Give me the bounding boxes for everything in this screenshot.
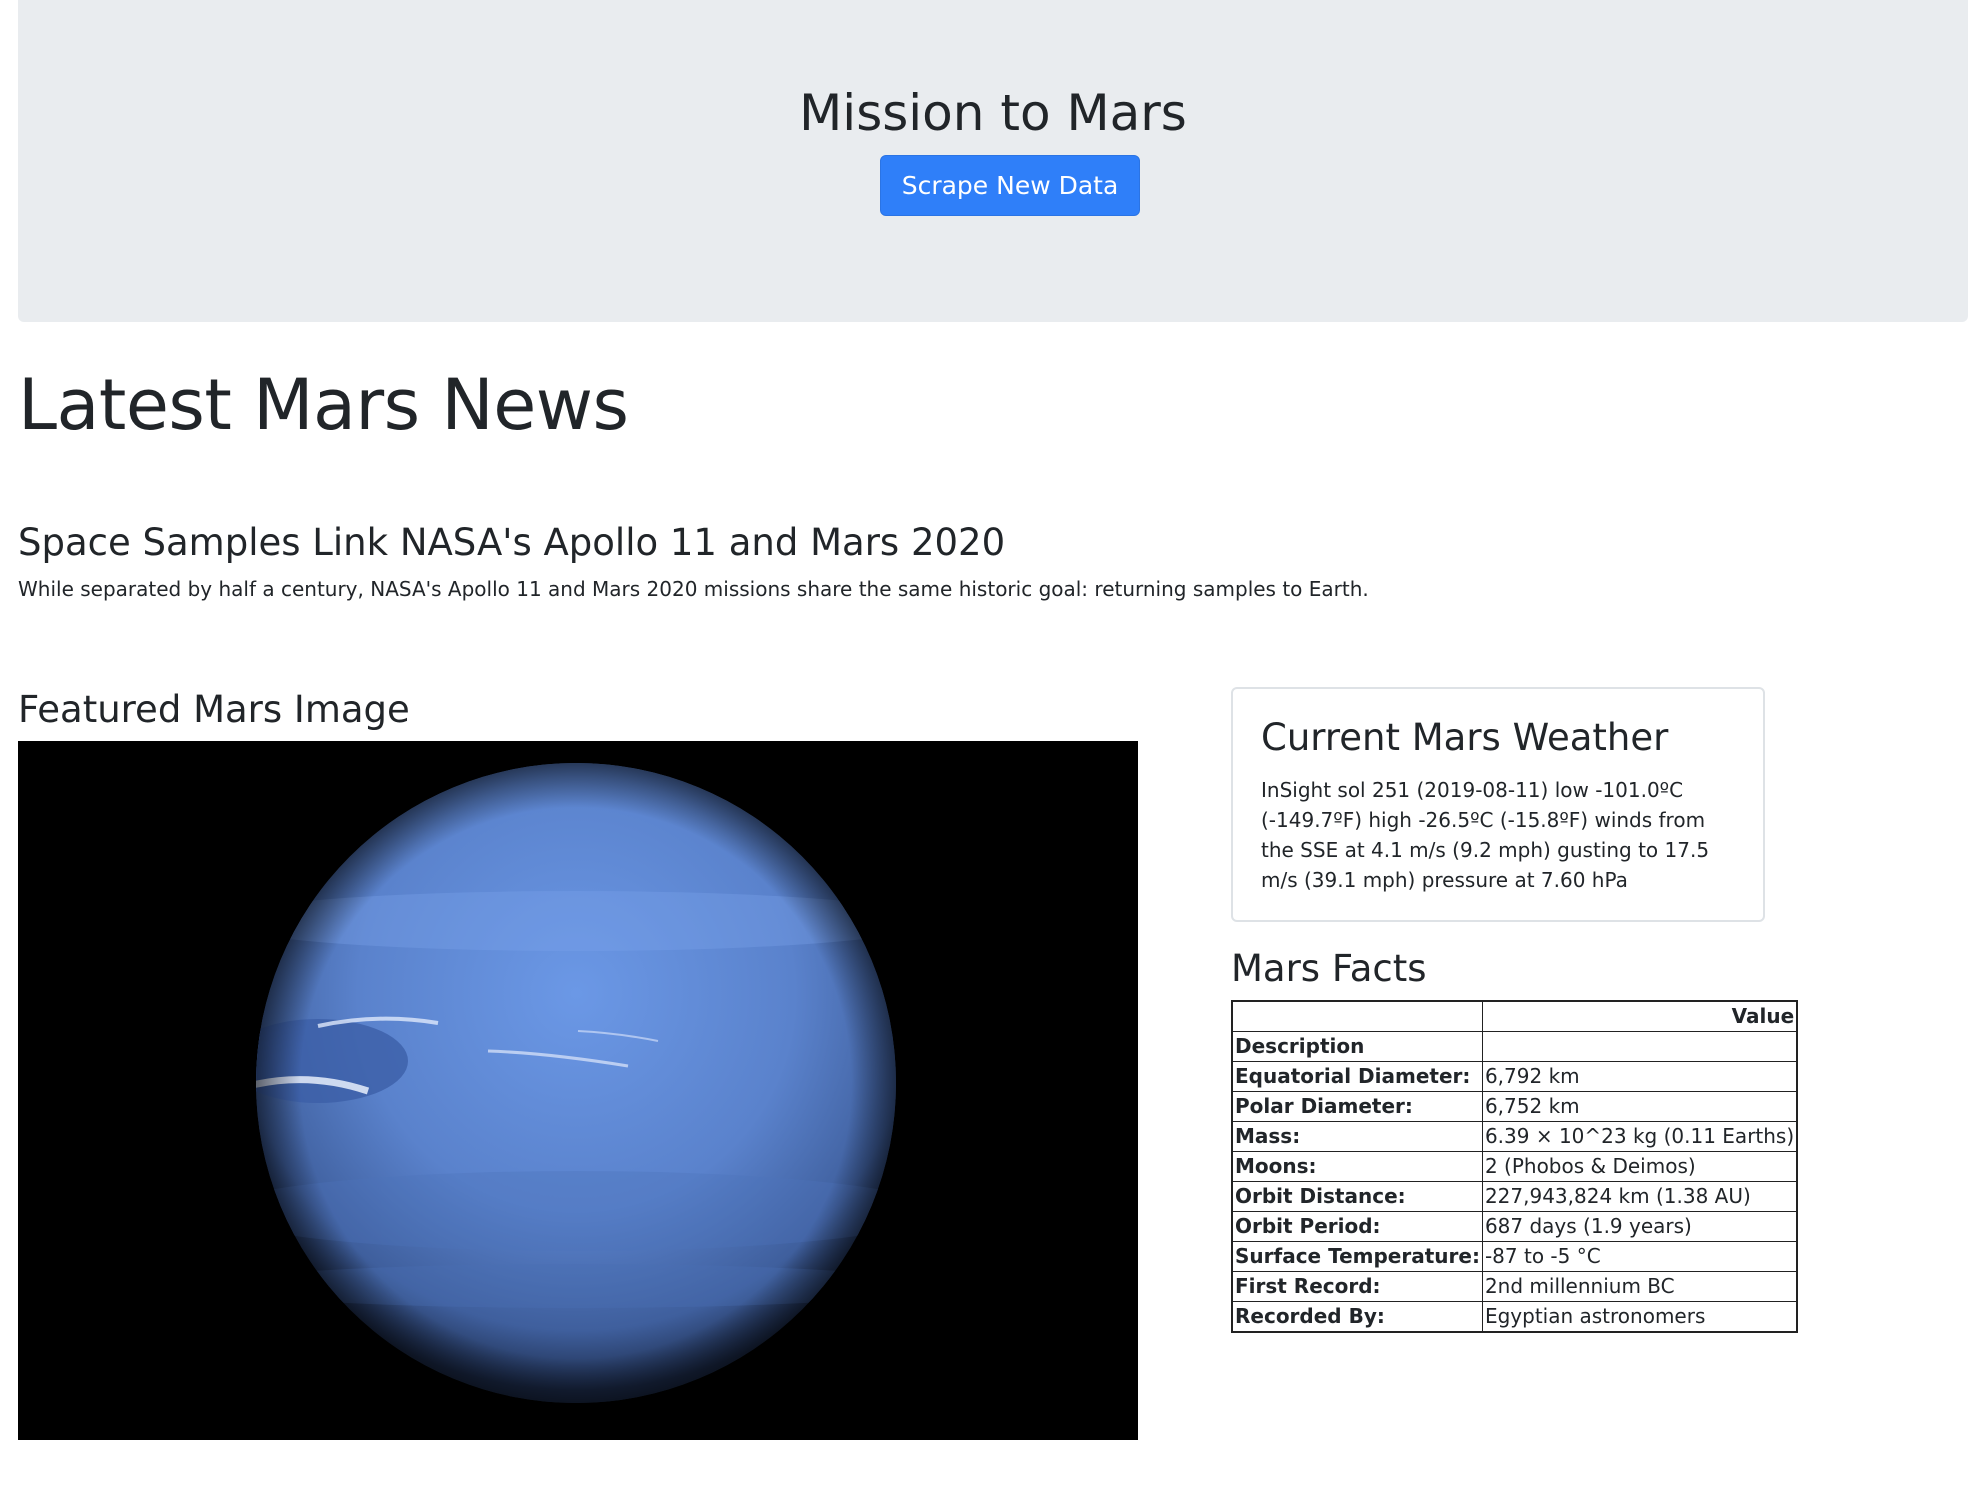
featured-image-heading: Featured Mars Image (18, 688, 410, 731)
table-row: First Record: 2nd millennium BC (1231, 1271, 1798, 1302)
fact-value: Egyptian astronomers (1481, 1301, 1798, 1333)
table-corner-cell (1231, 1000, 1483, 1032)
fact-value: -87 to -5 °C (1481, 1241, 1798, 1272)
table-row: Orbit Period: 687 days (1.9 years) (1231, 1211, 1798, 1242)
table-row: Orbit Distance: 227,943,824 km (1.38 AU) (1231, 1181, 1798, 1212)
latest-news-heading: Latest Mars News (18, 364, 629, 446)
jumbotron-header: Mission to Mars Scrape New Data (18, 0, 1968, 322)
table-header-row: Value (1231, 1000, 1798, 1032)
table-index-blank-cell (1481, 1031, 1798, 1062)
fact-label: Orbit Distance: (1231, 1181, 1483, 1212)
table-index-row: Description (1231, 1031, 1798, 1062)
fact-label: First Record: (1231, 1271, 1483, 1302)
fact-label: Polar Diameter: (1231, 1091, 1483, 1122)
fact-value: 2nd millennium BC (1481, 1271, 1798, 1302)
fact-label: Mass: (1231, 1121, 1483, 1152)
fact-label: Equatorial Diameter: (1231, 1061, 1483, 1092)
mars-facts-heading: Mars Facts (1231, 947, 1427, 990)
fact-value: 6.39 × 10^23 kg (0.11 Earths) (1481, 1121, 1798, 1152)
fact-value: 687 days (1.9 years) (1481, 1211, 1798, 1242)
fact-label: Moons: (1231, 1151, 1483, 1182)
table-row: Recorded By: Egyptian astronomers (1231, 1301, 1798, 1333)
featured-mars-image (18, 741, 1138, 1440)
value-column-header: Value (1481, 1000, 1798, 1032)
table-row: Surface Temperature: -87 to -5 °C (1231, 1241, 1798, 1272)
fact-value: 227,943,824 km (1.38 AU) (1481, 1181, 1798, 1212)
table-row: Polar Diameter: 6,752 km (1231, 1091, 1798, 1122)
fact-label: Orbit Period: (1231, 1211, 1483, 1242)
page-title: Mission to Mars (799, 84, 1187, 142)
table-row: Mass: 6.39 × 10^23 kg (0.11 Earths) (1231, 1121, 1798, 1152)
description-index-header: Description (1231, 1031, 1483, 1062)
news-teaser: While separated by half a century, NASA'… (18, 577, 1369, 601)
fact-label: Recorded By: (1231, 1301, 1483, 1333)
fact-value: 2 (Phobos & Deimos) (1481, 1151, 1798, 1182)
news-title: Space Samples Link NASA's Apollo 11 and … (18, 521, 1006, 564)
fact-value: 6,792 km (1481, 1061, 1798, 1092)
weather-heading: Current Mars Weather (1261, 716, 1669, 759)
fact-value: 6,752 km (1481, 1091, 1798, 1122)
fact-label: Surface Temperature: (1231, 1241, 1483, 1272)
mars-facts-table: Value Description Equatorial Diameter: 6… (1231, 1000, 1799, 1333)
table-row: Moons: 2 (Phobos & Deimos) (1231, 1151, 1798, 1182)
table-row: Equatorial Diameter: 6,792 km (1231, 1061, 1798, 1092)
weather-card: Current Mars Weather InSight sol 251 (20… (1231, 687, 1765, 922)
scrape-new-data-button[interactable]: Scrape New Data (880, 155, 1140, 216)
planet-image (18, 741, 1138, 1440)
weather-text: InSight sol 251 (2019-08-11) low -101.0º… (1261, 778, 1710, 892)
